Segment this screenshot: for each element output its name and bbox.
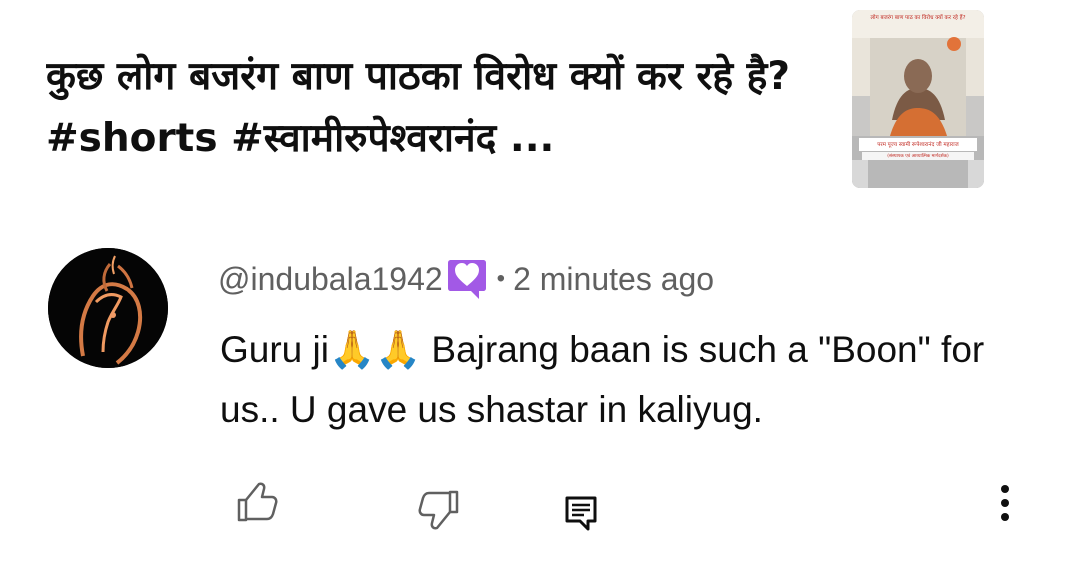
thumbs-up-icon (237, 482, 278, 522)
more-options-button[interactable] (980, 480, 1030, 528)
comment-header: @indubala1942 • 2 minutes ago (218, 254, 714, 304)
thumbnail-caption-text: परम पूज्य स्वामी रूपेश्वरानंद जी महाराज (877, 141, 959, 148)
thumbs-down-icon (418, 490, 459, 530)
comment-timestamp: 2 minutes ago (513, 260, 715, 297)
comment-page: कुछ लोग बजरंग बाण पाठका विरोध क्यों कर र… (0, 0, 1080, 576)
meta-separator: • (496, 265, 506, 292)
comment-text: Guru ji🙏🙏 Bajrang baan is such a "Boon" … (220, 329, 985, 430)
thumbnail-image: लोग बजरंग बाण पाठ का विरोध क्यों कर रहे … (852, 10, 984, 188)
comment-author[interactable]: @indubala1942 (218, 261, 443, 298)
more-vertical-icon (1001, 485, 1009, 521)
like-button[interactable] (232, 478, 282, 528)
reply-button[interactable] (556, 488, 606, 538)
thumbnail-subcaption-text: (संस्थापक एवं आध्यात्मिक मार्गदर्शक) (887, 152, 949, 159)
heart-badge-icon (447, 260, 486, 299)
dislike-button[interactable] (414, 484, 464, 534)
reply-comment-icon (565, 496, 597, 531)
video-thumbnail[interactable]: लोग बजरंग बाण पाठ का विरोध क्यों कर रहे … (852, 10, 984, 188)
thumbnail-title-text: लोग बजरंग बाण पाठ का विरोध क्यों कर रहे … (870, 14, 965, 21)
avatar[interactable] (48, 248, 168, 368)
avatar-image (48, 248, 168, 368)
video-title[interactable]: कुछ लोग बजरंग बाण पाठका विरोध क्यों कर र… (46, 46, 816, 170)
